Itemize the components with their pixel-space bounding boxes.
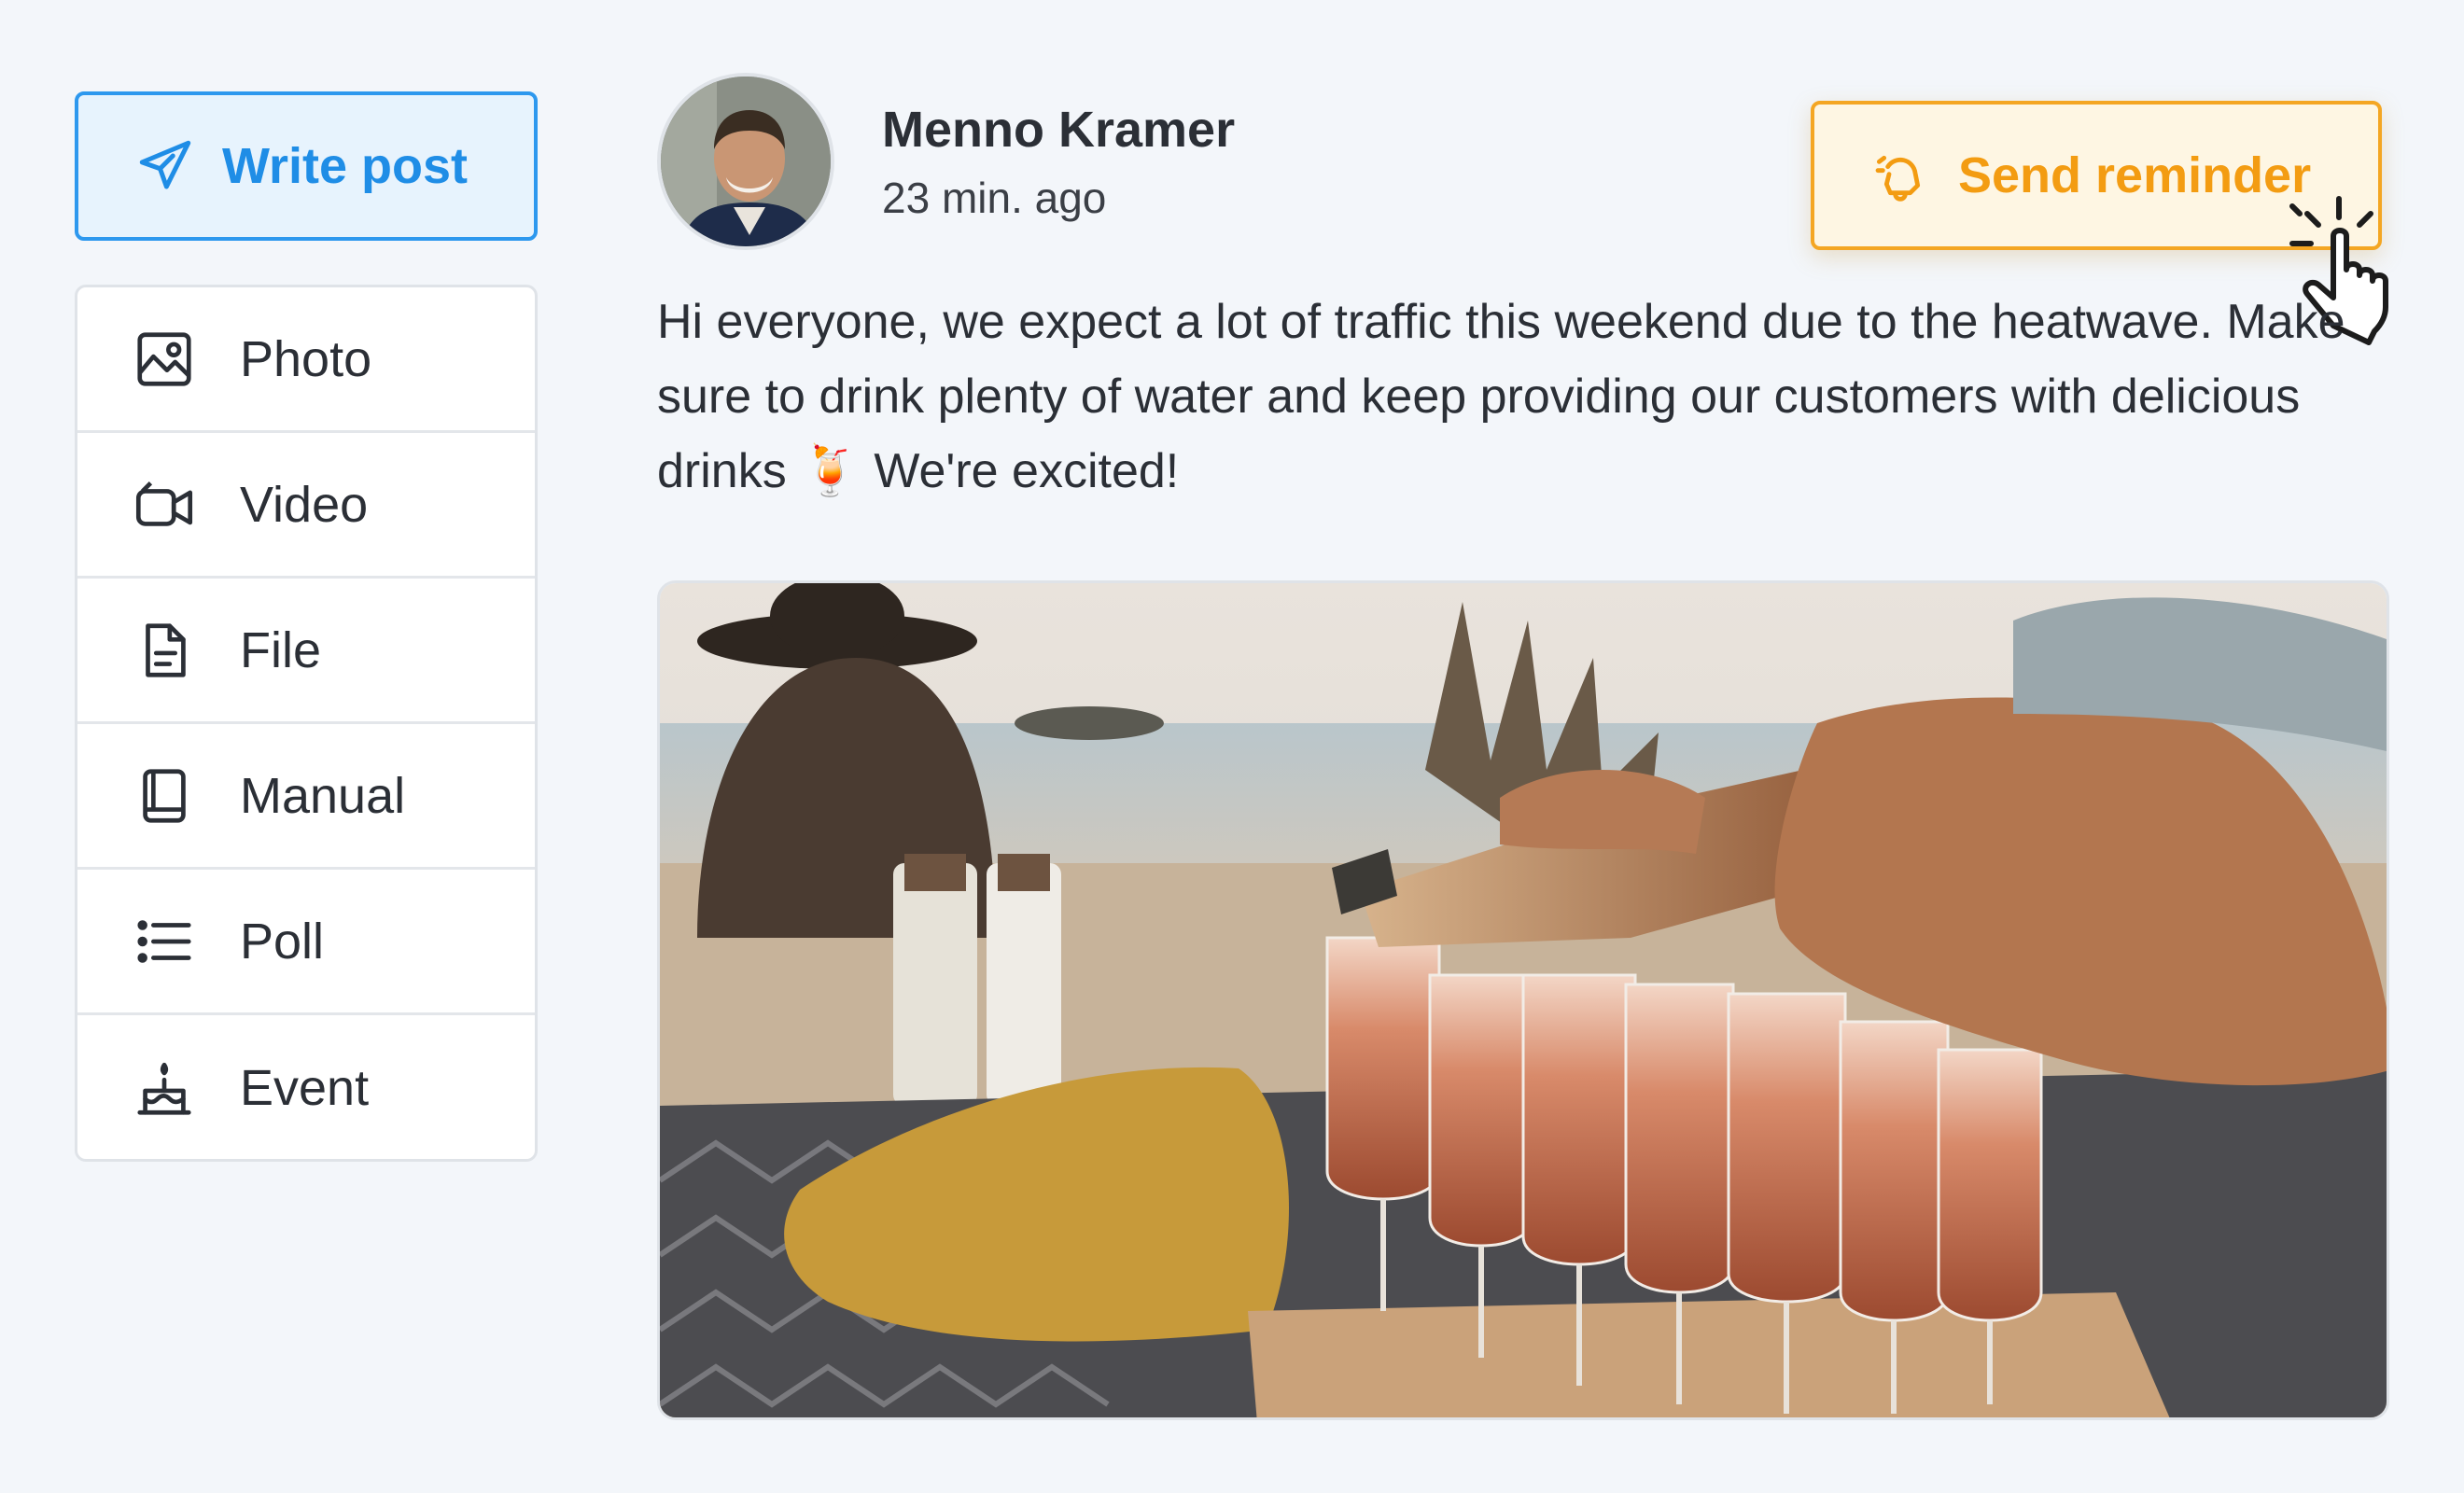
menu-item-label: File (240, 621, 322, 678)
paper-plane-icon (139, 140, 191, 189)
book-icon (143, 768, 186, 823)
list-icon (137, 919, 191, 963)
file-icon (146, 622, 186, 677)
author-name[interactable]: Menno Kramer (882, 101, 1235, 159)
menu-item-file[interactable]: File (77, 579, 535, 724)
write-post-button[interactable]: Write post (75, 91, 538, 241)
send-reminder-label: Send reminder (1958, 147, 2312, 203)
video-camera-icon (135, 481, 193, 526)
avatar[interactable] (657, 73, 834, 250)
write-post-label: Write post (222, 138, 469, 194)
menu-item-photo[interactable]: Photo (77, 287, 535, 433)
post-photo[interactable] (657, 580, 2389, 1420)
image-icon (137, 331, 191, 386)
beach-picnic-photo (660, 583, 2387, 1417)
menu-item-label: Event (240, 1060, 370, 1116)
menu-item-video[interactable]: Video (77, 433, 535, 579)
menu-item-label: Manual (240, 767, 406, 824)
avatar-portrait (661, 77, 831, 246)
cake-icon (137, 1062, 191, 1115)
post-body: Hi everyone, we expect a lot of traffic … (657, 295, 2345, 498)
bell-ringing-icon (1875, 155, 1921, 202)
menu-item-label: Photo (240, 330, 372, 387)
menu-item-event[interactable]: Event (77, 1015, 535, 1159)
post-timestamp: 23 min. ago (882, 174, 1107, 222)
menu-item-label: Poll (240, 913, 325, 970)
menu-item-poll[interactable]: Poll (77, 870, 535, 1015)
post-type-menu: Photo Video File Manual Poll Event (75, 285, 538, 1162)
menu-item-label: Video (240, 476, 369, 533)
menu-item-manual[interactable]: Manual (77, 724, 535, 870)
